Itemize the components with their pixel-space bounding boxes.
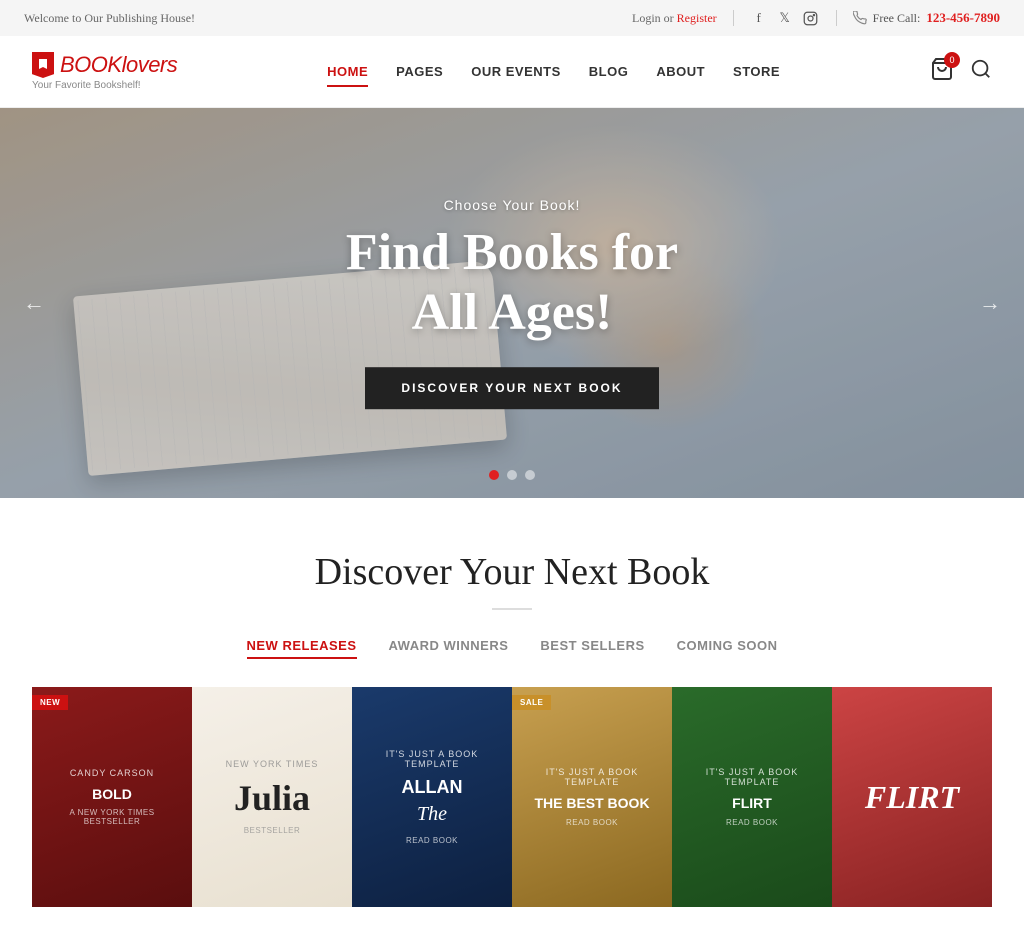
login-link[interactable]: Login (632, 11, 661, 25)
header-actions: 0 (930, 57, 992, 86)
tab-coming-soon[interactable]: COMING SOON (677, 638, 778, 659)
hero-title: Find Books forAll Ages! (262, 223, 762, 343)
auth-links: Login or Register (632, 11, 717, 26)
book-author: CANDY CARSON (70, 768, 154, 778)
discover-section: Discover Your Next Book NEW RELEASES AWA… (0, 498, 1024, 939)
book-title: Julia (234, 777, 310, 820)
book-subtitle: A NEW YORK TIMES BESTSELLER (44, 808, 180, 826)
cart-button[interactable]: 0 (930, 57, 954, 86)
section-divider (492, 608, 532, 610)
book-title: BOLD (92, 786, 132, 803)
logo-text: BOOKlovers (60, 52, 177, 78)
hero-section: Choose Your Book! Find Books forAll Ages… (0, 108, 1024, 498)
or-text: or (664, 11, 677, 25)
book-subtitle: BESTSELLER (244, 826, 301, 835)
social-links: f 𝕏 (750, 9, 820, 27)
book-card-1[interactable]: CANDY CARSON BOLD A NEW YORK TIMES BESTS… (32, 687, 192, 907)
books-grid: CANDY CARSON BOLD A NEW YORK TIMES BESTS… (0, 687, 1024, 907)
top-bar: Welcome to Our Publishing House! Login o… (0, 0, 1024, 36)
phone-number[interactable]: 123-456-7890 (926, 10, 1000, 26)
book-cover-2: NEW YORK TIMES Julia BESTSELLER (192, 687, 352, 907)
book-tabs: NEW RELEASES AWARD WINNERS BEST SELLERS … (0, 638, 1024, 659)
book-author: IT'S JUST A BOOK TEMPLATE (684, 767, 820, 787)
cart-badge: 0 (944, 52, 960, 68)
free-call-label: Free Call: (873, 11, 921, 26)
logo-icon (32, 52, 54, 78)
welcome-text: Welcome to Our Publishing House! (24, 11, 195, 26)
book-card-2[interactable]: NEW YORK TIMES Julia BESTSELLER (192, 687, 352, 907)
header: BOOKlovers Your Favorite Bookshelf! HOME… (0, 36, 1024, 108)
search-icon (970, 58, 992, 80)
nav-blog[interactable]: BLOG (589, 60, 629, 83)
book-title-italic: The (417, 803, 447, 826)
book-cover-4: IT'S JUST A BOOK TEMPLATE THE BEST BOOK … (512, 687, 672, 907)
hero-prev-arrow[interactable]: ← (16, 285, 52, 321)
instagram-icon[interactable] (802, 9, 820, 27)
main-nav: HOME PAGES OUR EVENTS BLOG ABOUT STORE (327, 60, 780, 83)
book-author: IT'S JUST A BOOK TEMPLATE (364, 749, 500, 769)
tab-best-sellers[interactable]: BEST SELLERS (540, 638, 644, 659)
nav-home[interactable]: HOME (327, 60, 368, 83)
book-author: IT'S JUST A BOOK TEMPLATE (524, 767, 660, 787)
hero-content: Choose Your Book! Find Books forAll Ages… (262, 197, 762, 409)
search-button[interactable] (970, 58, 992, 85)
divider (733, 10, 734, 26)
book-subtitle: READ BOOK (566, 818, 618, 827)
hero-dot-1[interactable] (489, 470, 499, 480)
phone-icon (853, 11, 867, 25)
section-title: Discover Your Next Book (0, 550, 1024, 594)
logo[interactable]: BOOKlovers Your Favorite Bookshelf! (32, 52, 177, 91)
tab-award-winners[interactable]: AWARD WINNERS (389, 638, 509, 659)
book-cover-5: IT'S JUST A BOOK TEMPLATE FLIRT READ BOO… (672, 687, 832, 907)
divider2 (836, 10, 837, 26)
tab-new-releases[interactable]: NEW RELEASES (247, 638, 357, 659)
hero-dot-3[interactable] (525, 470, 535, 480)
book-cover-6: FLIRT (832, 687, 992, 907)
nav-events[interactable]: OUR EVENTS (471, 60, 561, 83)
nav-pages[interactable]: PAGES (396, 60, 443, 83)
book-author: NEW YORK TIMES (226, 759, 319, 769)
book-card-3[interactable]: IT'S JUST A BOOK TEMPLATE ALLAN The READ… (352, 687, 512, 907)
book-tag: SALE (512, 695, 551, 710)
hero-dots (489, 470, 535, 480)
book-title: FLIRT (732, 795, 772, 812)
register-link[interactable]: Register (677, 11, 717, 25)
logo-tagline: Your Favorite Bookshelf! (32, 80, 141, 91)
book-tag: NEW (32, 695, 68, 710)
book-title: THE BEST BOOK (534, 795, 649, 812)
hero-cta-button[interactable]: DISCOVER YOUR NEXT BOOK (365, 367, 658, 409)
book-subtitle: READ BOOK (726, 818, 778, 827)
logo-lovers: lovers (122, 52, 178, 77)
book-subtitle: READ BOOK (406, 836, 458, 845)
book-card-5[interactable]: IT'S JUST A BOOK TEMPLATE FLIRT READ BOO… (672, 687, 832, 907)
phone-info: Free Call: 123-456-7890 (853, 10, 1000, 26)
book-card-6[interactable]: FLIRT (832, 687, 992, 907)
book-title: FLIRT (865, 778, 959, 816)
facebook-icon[interactable]: f (750, 9, 768, 27)
logo-book: BOOK (60, 52, 122, 77)
book-cover-1: CANDY CARSON BOLD A NEW YORK TIMES BESTS… (32, 687, 192, 907)
book-card-4[interactable]: IT'S JUST A BOOK TEMPLATE THE BEST BOOK … (512, 687, 672, 907)
hero-subtitle: Choose Your Book! (262, 197, 762, 213)
nav-about[interactable]: ABOUT (656, 60, 705, 83)
hero-next-arrow[interactable]: → (972, 285, 1008, 321)
book-cover-3: IT'S JUST A BOOK TEMPLATE ALLAN The READ… (352, 687, 512, 907)
book-title: ALLAN (402, 777, 463, 799)
nav-store[interactable]: STORE (733, 60, 780, 83)
top-bar-right: Login or Register f 𝕏 Free Call: 123-456… (632, 9, 1000, 27)
hero-dot-2[interactable] (507, 470, 517, 480)
twitter-icon[interactable]: 𝕏 (776, 9, 794, 27)
